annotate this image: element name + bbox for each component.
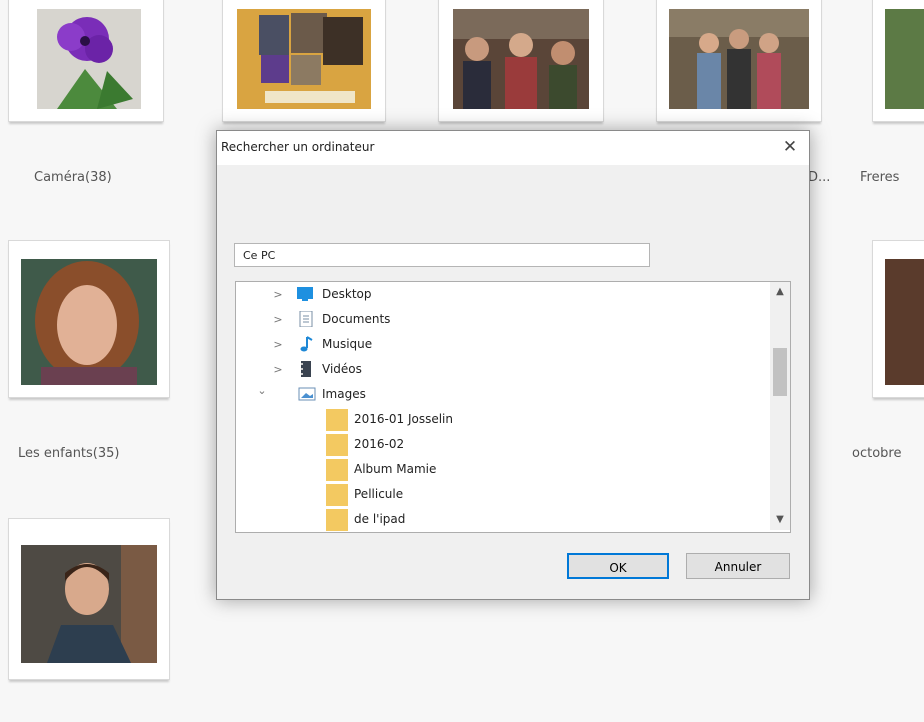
- purple-flower-image: [37, 9, 141, 109]
- tree-item-label: Desktop: [322, 287, 372, 301]
- tree-item-desktop[interactable]: > Desktop: [236, 282, 766, 307]
- close-icon[interactable]: ✕: [779, 136, 801, 158]
- album-thumbnail[interactable]: [872, 0, 924, 122]
- album-photo: [885, 259, 924, 385]
- album-thumbnail[interactable]: [8, 518, 170, 680]
- album-thumbnail[interactable]: [8, 0, 164, 122]
- folder-icon: [326, 459, 348, 481]
- album-photo: [237, 9, 371, 109]
- folder-icon: [326, 434, 348, 456]
- documents-icon: [298, 310, 316, 328]
- album-thumbnail[interactable]: [438, 0, 604, 122]
- album-thumbnail[interactable]: [872, 240, 924, 398]
- cancel-button[interactable]: Annuler: [686, 553, 790, 579]
- album-photo: [21, 545, 157, 663]
- tree-item-musique[interactable]: > Musique: [236, 332, 766, 357]
- chevron-right-icon[interactable]: >: [272, 307, 284, 332]
- tree-item-label: 2016-01 Josselin: [354, 412, 453, 426]
- folder-tree[interactable]: > Desktop > Documents > Musique > Vidéos…: [235, 281, 791, 533]
- tree-item-label: Documents: [322, 312, 391, 326]
- tree-item-label: de l'ipad: [354, 512, 406, 526]
- vertical-scrollbar[interactable]: ▲ ▼: [770, 282, 790, 530]
- album-thumbnail[interactable]: [8, 240, 170, 398]
- tree-item-label: Vidéos: [322, 362, 362, 376]
- group-photo: [669, 9, 809, 109]
- scroll-up-icon[interactable]: ▲: [770, 282, 790, 302]
- album-caption: Caméra(38): [34, 170, 112, 185]
- album-caption: D...: [808, 170, 831, 185]
- music-icon: [298, 336, 316, 352]
- dialog-title: Rechercher un ordinateur: [221, 140, 375, 154]
- chevron-right-icon[interactable]: >: [272, 332, 284, 357]
- browse-computer-dialog: Rechercher un ordinateur ✕ Ce PC > Deskt…: [216, 130, 810, 600]
- tree-item-label: Images: [322, 387, 366, 401]
- tree-item-label: 2016-02: [354, 437, 405, 451]
- tree-item-folder[interactable]: Pellicule: [236, 482, 766, 507]
- tree-item-label: Album Mamie: [354, 462, 437, 476]
- collage-image: [237, 9, 371, 109]
- folder-icon: [326, 509, 348, 531]
- chevron-down-icon[interactable]: ⌄: [256, 378, 268, 403]
- album-photo: [669, 9, 809, 109]
- album-photo: [885, 9, 924, 109]
- video-icon: [298, 361, 316, 377]
- folder-icon: [326, 409, 348, 431]
- tree-item-images[interactable]: ⌄ Images: [236, 382, 766, 407]
- tree-item-folder[interactable]: Album Mamie: [236, 457, 766, 482]
- tree-item-label: Musique: [322, 337, 373, 351]
- boy-portrait: [21, 545, 157, 663]
- child-portrait: [21, 259, 157, 385]
- chevron-right-icon[interactable]: >: [272, 357, 284, 382]
- album-photo: [21, 259, 157, 385]
- family-photo: [453, 9, 589, 109]
- scroll-down-icon[interactable]: ▼: [770, 510, 790, 530]
- path-field[interactable]: Ce PC: [234, 243, 650, 267]
- folder-icon: [326, 484, 348, 506]
- ok-button[interactable]: OK: [567, 553, 669, 579]
- album-caption: Freres: [860, 170, 900, 185]
- chevron-right-icon[interactable]: >: [272, 282, 284, 307]
- desktop-icon: [296, 286, 314, 302]
- album-thumbnail[interactable]: [656, 0, 822, 122]
- tree-item-videos[interactable]: > Vidéos: [236, 357, 766, 382]
- pictures-icon: [298, 386, 316, 402]
- tree-item-label: Pellicule: [354, 487, 404, 501]
- album-caption: Les enfants(35): [18, 446, 120, 461]
- tree-item-folder[interactable]: de l'ipad: [236, 507, 766, 532]
- album-caption: octobre: [852, 446, 902, 461]
- scroll-thumb[interactable]: [773, 348, 787, 396]
- tree-item-documents[interactable]: > Documents: [236, 307, 766, 332]
- dialog-titlebar: Rechercher un ordinateur ✕: [217, 131, 809, 165]
- tree-item-folder[interactable]: 2016-02: [236, 432, 766, 457]
- album-photo: [37, 9, 141, 109]
- tree-item-folder[interactable]: 2016-01 Josselin: [236, 407, 766, 432]
- album-photo: [453, 9, 589, 109]
- album-thumbnail[interactable]: [222, 0, 386, 122]
